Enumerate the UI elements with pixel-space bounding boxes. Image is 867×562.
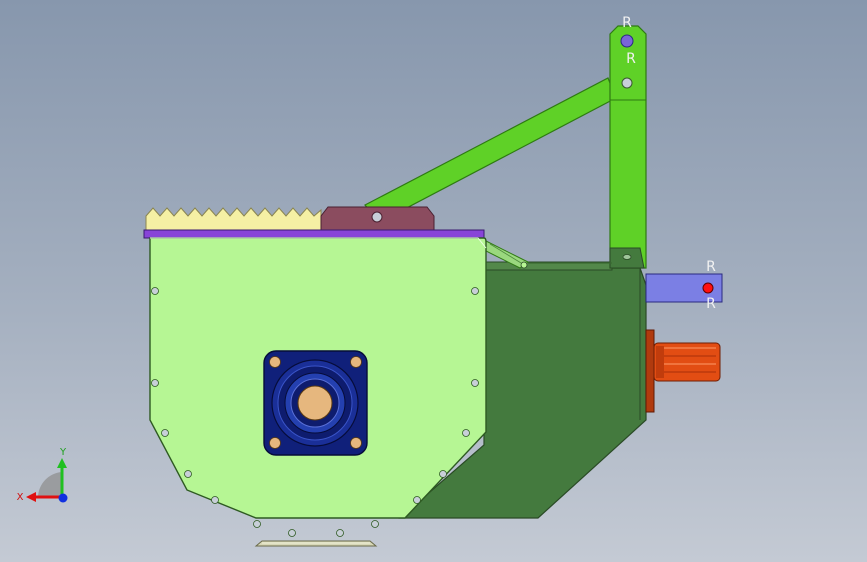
y-axis-label: Y (59, 447, 67, 458)
coordinate-triad[interactable]: Y X (17, 447, 68, 503)
bearing-bolt (350, 437, 362, 449)
right-pin[interactable] (702, 282, 714, 294)
splined-shaft[interactable] (645, 329, 721, 413)
tooth-strip (145, 207, 322, 231)
right-pin-label-lower: R (706, 296, 716, 312)
bearing-bolt (269, 356, 281, 368)
bearing-bore (297, 385, 333, 421)
top-bracket[interactable] (320, 206, 435, 231)
bracket-hole (371, 211, 383, 223)
bearing-bolt (350, 356, 362, 368)
top-plate (143, 229, 485, 239)
top-pin[interactable] (620, 34, 634, 48)
triad-plane-indicator (38, 472, 62, 497)
x-axis-label: X (17, 492, 24, 503)
cad-assembly-drawing: R R R R Y X (17, 15, 723, 547)
z-axis-dot (58, 493, 68, 503)
bottom-flange (254, 540, 378, 547)
top-pin-label-upper: R (622, 15, 632, 31)
cad-viewport[interactable]: R R R R Y X (0, 0, 867, 562)
right-pin-label-upper: R (706, 259, 716, 275)
support-arm[interactable] (364, 77, 617, 223)
post-hole (621, 77, 633, 89)
top-pin-label-lower: R (626, 51, 636, 67)
flange-bearing[interactable] (263, 350, 368, 456)
bearing-bolt (269, 437, 281, 449)
